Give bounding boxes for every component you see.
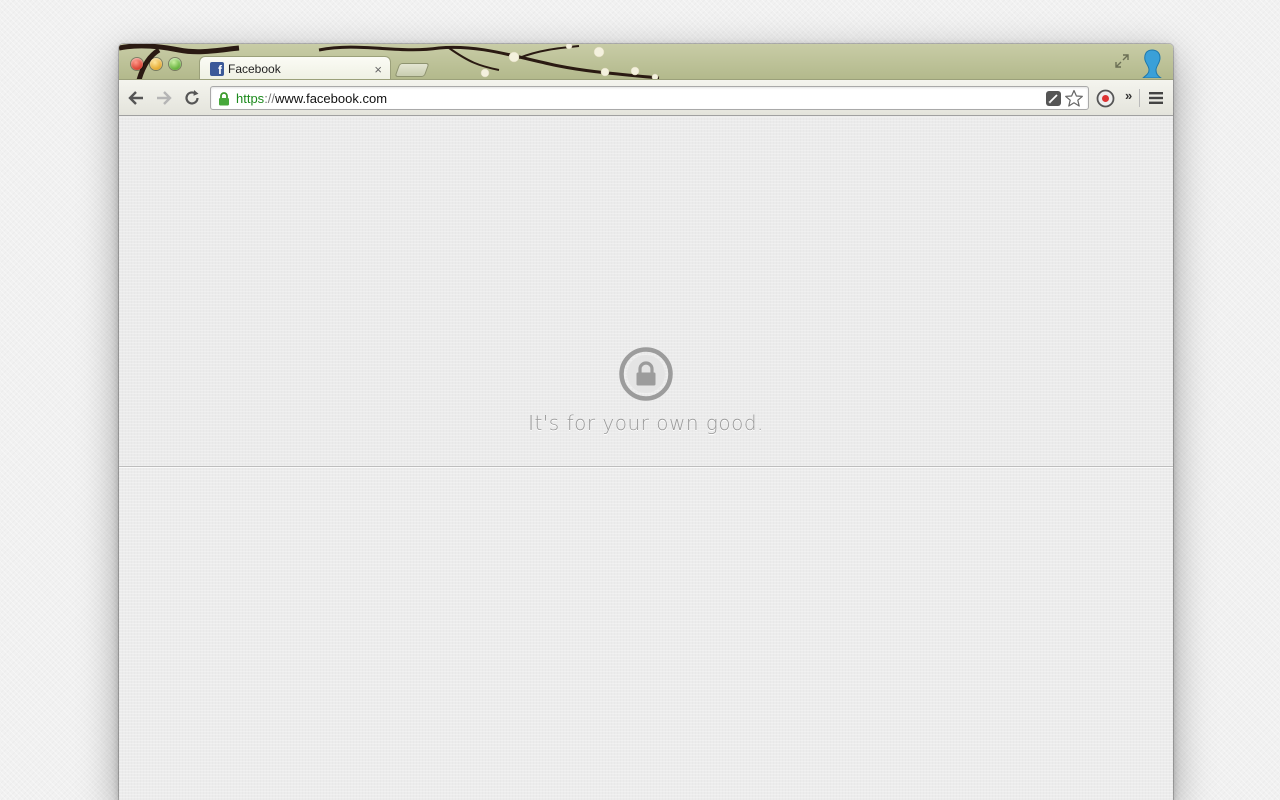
browser-window: f Facebook × https://www.facebook.com » … xyxy=(119,44,1173,800)
lock-icon xyxy=(619,347,673,401)
facebook-favicon-icon: f xyxy=(210,62,224,76)
tab-title: Facebook xyxy=(228,62,281,76)
toolbar-divider xyxy=(1139,89,1140,107)
menu-icon[interactable] xyxy=(1149,91,1163,105)
fullscreen-icon[interactable] xyxy=(1115,54,1129,68)
new-tab-button[interactable] xyxy=(394,63,430,77)
reload-button[interactable] xyxy=(182,88,202,108)
profile-avatar-icon[interactable] xyxy=(1141,48,1163,78)
lock-icon xyxy=(219,91,229,105)
record-extension-icon[interactable] xyxy=(1096,89,1115,108)
tab-facebook[interactable]: f Facebook × xyxy=(199,56,391,79)
url-text: https://www.facebook.com xyxy=(236,91,387,106)
url-scheme: https xyxy=(236,90,265,106)
window-controls xyxy=(131,58,181,70)
bookmark-star-icon[interactable] xyxy=(1064,89,1084,108)
page-background xyxy=(119,468,1173,800)
blocked-page-panel: It's for your own good. xyxy=(119,117,1173,467)
back-arrow-icon xyxy=(128,91,143,105)
reload-icon xyxy=(185,90,199,105)
address-bar[interactable]: https://www.facebook.com xyxy=(210,86,1089,110)
forward-button[interactable] xyxy=(154,88,174,108)
browser-toolbar: https://www.facebook.com » xyxy=(119,80,1173,116)
extensions-overflow-button[interactable]: » xyxy=(1125,88,1132,103)
url-separator: :// xyxy=(264,90,276,106)
close-window-button[interactable] xyxy=(131,58,143,70)
tab-close-icon[interactable]: × xyxy=(374,62,382,77)
zoom-window-button[interactable] xyxy=(169,58,181,70)
page-action-pen-icon[interactable] xyxy=(1046,91,1061,106)
back-button[interactable] xyxy=(126,88,146,108)
minimize-window-button[interactable] xyxy=(150,58,162,70)
url-host: www.facebook.com xyxy=(275,90,388,106)
blocked-message: It's for your own good. xyxy=(528,411,764,435)
tab-strip: f Facebook × xyxy=(119,44,1173,80)
forward-arrow-icon xyxy=(157,91,172,105)
